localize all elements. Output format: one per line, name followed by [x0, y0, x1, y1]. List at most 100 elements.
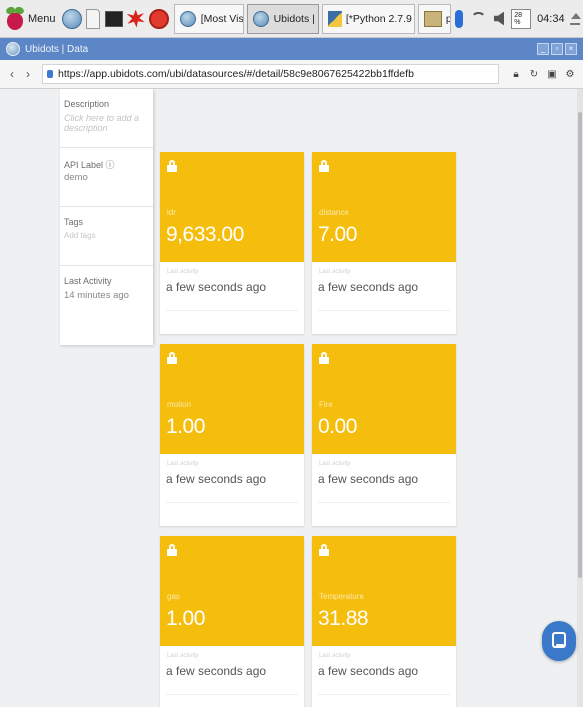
cpu-usage: 28 %	[511, 8, 532, 29]
system-tray: 28 % 04:34	[451, 8, 582, 29]
settings-icon[interactable]: ⚙	[563, 69, 577, 80]
description-section: Description Click here to add a descript…	[60, 89, 153, 148]
task-ubidots[interactable]: Ubidots | Data	[246, 3, 319, 34]
eject-icon[interactable]	[569, 12, 582, 25]
window-controls: _ ▫ ×	[535, 43, 577, 55]
variable-name: gas	[167, 592, 180, 601]
lock-icon	[167, 160, 177, 172]
lock-icon	[319, 160, 329, 172]
variable-card-distance[interactable]: distance 7.00 Last activity a few second…	[312, 152, 456, 334]
folder-icon	[423, 10, 442, 27]
variable-card-ldr[interactable]: ldr 9,633.00 Last activity a few seconds…	[160, 152, 304, 334]
wifi-icon[interactable]	[471, 11, 486, 26]
last-activity-time: a few seconds ago	[166, 280, 267, 294]
card-divider	[166, 310, 298, 311]
url-field[interactable]: https://app.ubidots.com/ubi/datasources/…	[42, 64, 499, 84]
task-label: [*Python 2.7.9 Shell*]	[345, 12, 414, 25]
last-activity-label: Last activity	[319, 461, 351, 467]
description-title: Description	[64, 99, 110, 109]
variable-value: 0.00	[318, 415, 357, 438]
taskbar: Menu [Most Visited] Ubidots | Data [*Pyt…	[0, 0, 583, 38]
window-titlebar: Ubidots | Data _ ▫ ×	[0, 38, 583, 60]
support-chat-button[interactable]	[542, 621, 576, 661]
variable-card-gas[interactable]: gas 1.00 Last activity a few seconds ago	[160, 536, 304, 707]
scrollbar-thumb[interactable]	[578, 112, 582, 578]
variable-name: Temperature	[319, 592, 364, 601]
tags-section: Tags Add tags	[60, 207, 153, 266]
variable-name: Fire	[319, 400, 333, 409]
clock: 04:34	[537, 12, 565, 25]
task-pi-folder[interactable]: pi	[417, 3, 451, 34]
api-label-value[interactable]: demo	[64, 169, 150, 206]
reload-icon[interactable]: ↻	[527, 69, 541, 80]
variable-value: 1.00	[166, 415, 205, 438]
last-activity-time: a few seconds ago	[166, 664, 267, 678]
page-scrollbar[interactable]	[577, 89, 583, 707]
lock-icon	[167, 544, 177, 556]
task-most-visited[interactable]: [Most Visited]	[173, 3, 244, 34]
python-icon	[327, 10, 342, 27]
maximize-button[interactable]: ▫	[551, 43, 563, 55]
description-field[interactable]: Click here to add a description	[64, 110, 150, 147]
lock-icon	[319, 352, 329, 364]
raspberry-pi-icon	[5, 5, 25, 31]
last-activity-value: 14 minutes ago	[64, 290, 129, 301]
last-activity-label: Last activity	[167, 653, 199, 659]
task-python-shell[interactable]: [*Python 2.7.9 Shell*]	[321, 3, 415, 34]
browser-window-icon	[6, 42, 20, 56]
back-button[interactable]: ‹	[6, 65, 18, 83]
minimize-button[interactable]: _	[537, 43, 549, 55]
browser-launcher-icon[interactable]	[61, 7, 82, 31]
variable-name: ldr	[167, 208, 176, 217]
task-label: [Most Visited]	[200, 12, 244, 25]
last-activity-label: Last activity	[167, 461, 199, 467]
bluetooth-icon[interactable]	[454, 9, 464, 28]
variable-value: 7.00	[318, 223, 357, 246]
info-icon[interactable]: ⓘ	[106, 160, 115, 170]
datasource-details-panel: Description Click here to add a descript…	[60, 89, 153, 345]
card-divider	[318, 310, 450, 311]
card-divider	[318, 502, 450, 503]
last-activity-time: a few seconds ago	[318, 664, 419, 678]
variable-value: 9,633.00	[166, 223, 244, 246]
volume-icon[interactable]	[493, 11, 505, 26]
terminal-icon[interactable]	[104, 7, 123, 31]
close-button[interactable]: ×	[565, 43, 577, 55]
file-manager-icon[interactable]	[86, 7, 101, 31]
menu-button[interactable]: Menu	[3, 4, 60, 34]
last-activity-title: Last Activity	[64, 276, 112, 286]
browser-toolbar: ‹ › https://app.ubidots.com/ubi/datasour…	[0, 60, 583, 89]
variable-name: distance	[319, 208, 349, 217]
page-content: Description Click here to add a descript…	[0, 89, 583, 707]
last-activity-section: Last Activity 14 minutes ago	[60, 266, 153, 324]
chat-icon	[552, 632, 566, 648]
last-activity-time: a few seconds ago	[318, 280, 419, 294]
lock-icon	[167, 352, 177, 364]
tags-field[interactable]: Add tags	[64, 228, 150, 265]
variable-value: 1.00	[166, 607, 205, 630]
last-activity-time: a few seconds ago	[166, 472, 267, 486]
math-app-icon[interactable]	[126, 7, 145, 31]
site-info-icon[interactable]	[47, 70, 53, 78]
variable-card-fire[interactable]: Fire 0.00 Last activity a few seconds ag…	[312, 344, 456, 526]
tags-title: Tags	[64, 217, 84, 227]
wolfram-icon[interactable]	[148, 7, 169, 31]
toolbar-actions: 🔒︎ ↻ ▣ ⚙	[505, 69, 577, 80]
card-divider	[166, 694, 298, 695]
window-title: Ubidots | Data	[25, 43, 89, 55]
card-divider	[318, 694, 450, 695]
forward-button[interactable]: ›	[22, 65, 34, 83]
globe-icon	[179, 10, 196, 27]
last-activity-label: Last activity	[167, 269, 199, 275]
last-activity-label: Last activity	[319, 653, 351, 659]
lock-icon: 🔒︎	[513, 68, 519, 80]
url-text: https://app.ubidots.com/ubi/datasources/…	[58, 68, 414, 80]
variable-card-motion[interactable]: motion 1.00 Last activity a few seconds …	[160, 344, 304, 526]
last-activity-label: Last activity	[319, 269, 351, 275]
api-label-section: API Label ⓘ demo	[60, 148, 153, 207]
bookmarks-icon[interactable]: ▣	[545, 69, 559, 80]
variable-card-temperature[interactable]: Temperature 31.88 Last activity a few se…	[312, 536, 456, 707]
variable-value: 31.88	[318, 607, 369, 630]
last-activity-time: a few seconds ago	[318, 472, 419, 486]
lock-icon	[319, 544, 329, 556]
